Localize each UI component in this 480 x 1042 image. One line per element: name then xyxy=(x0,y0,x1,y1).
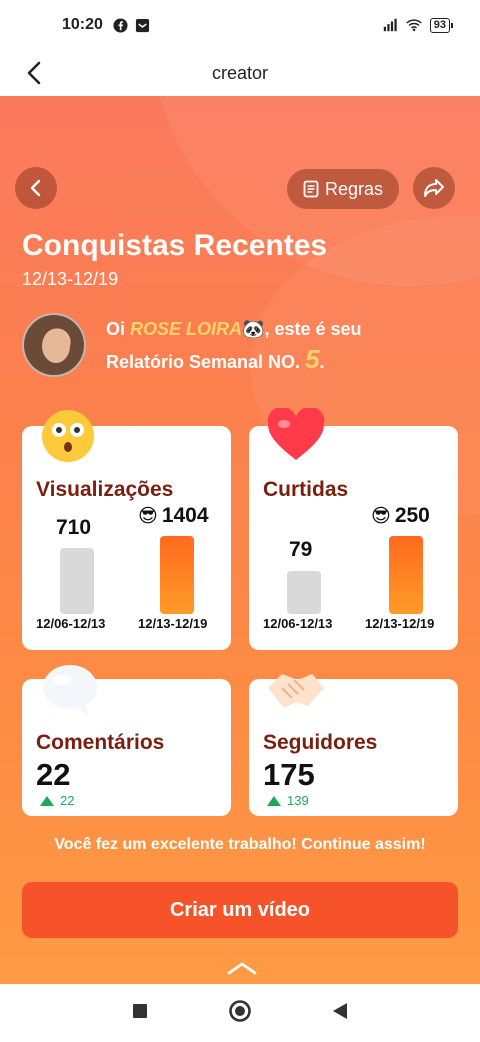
likes-curr-label: 12/13-12/19 xyxy=(365,616,435,631)
likes-prev-value: 79 xyxy=(289,538,313,561)
page-title: Conquistas Recentes xyxy=(22,229,328,262)
status-right: 93 xyxy=(382,17,454,33)
inbox-icon xyxy=(135,17,151,33)
views-curr-value: 1404 xyxy=(161,504,209,527)
sunglasses-emoji-icon: 😎 xyxy=(371,505,391,527)
report-label: Relatório Semanal NO. xyxy=(106,352,301,372)
up-arrow-icon xyxy=(40,795,54,806)
rules-doc-icon xyxy=(303,180,319,198)
share-button[interactable] xyxy=(413,167,455,209)
share-icon xyxy=(424,179,444,197)
greeting-suffix: , este é seu xyxy=(264,319,362,339)
encouragement-text: Você fez um excelente trabalho! Continue… xyxy=(54,836,426,853)
week-number: 5 xyxy=(305,344,320,374)
nav-triangle-icon xyxy=(333,1002,347,1019)
wifi-icon xyxy=(406,17,422,33)
nav-square-button[interactable] xyxy=(132,1003,148,1024)
report-label-end: . xyxy=(319,352,325,372)
hero-back-button[interactable] xyxy=(15,167,57,209)
facebook-icon xyxy=(113,17,129,33)
nav-home-button[interactable] xyxy=(228,999,252,1028)
signal-icon xyxy=(382,17,398,33)
rules-button[interactable]: Regras xyxy=(287,169,399,209)
nav-back-button[interactable] xyxy=(332,1002,348,1025)
avatar-face xyxy=(42,329,70,363)
views-curr-value-wrap: 😎 1404 xyxy=(138,504,209,528)
followers-delta: 139 xyxy=(267,793,309,808)
app-title: creator xyxy=(211,62,269,83)
likes-prev-label: 12/06-12/13 xyxy=(263,616,333,631)
up-arrow-icon xyxy=(267,795,281,806)
back-icon xyxy=(27,61,41,85)
likes-title: Curtidas xyxy=(263,478,349,501)
weekly-report-panel: Regras Conquistas Recentes 12/13-12/19 O… xyxy=(0,96,480,984)
views-prev-bar xyxy=(60,548,94,614)
likes-prev-bar xyxy=(287,571,321,614)
followers-title: Seguidores xyxy=(263,731,378,754)
date-range: 12/13-12/19 xyxy=(22,269,119,289)
user-name: ROSE LOIRA xyxy=(130,319,243,339)
panda-emoji-icon: 🐼 xyxy=(242,319,265,339)
followers-delta-value: 139 xyxy=(287,793,309,808)
up-chevron-icon xyxy=(227,962,257,975)
views-curr-label: 12/13-12/19 xyxy=(138,616,208,631)
handshake-icon xyxy=(264,666,328,717)
create-video-button[interactable]: Criar um vídeo xyxy=(22,882,458,938)
likes-curr-value-wrap: 😎 250 xyxy=(371,504,430,528)
heart-icon xyxy=(266,406,326,467)
greeting-text: Oi ROSE LOIRA🐼, este é seu Relatório Sem… xyxy=(106,314,362,377)
system-nav-bar xyxy=(0,984,480,1042)
avatar xyxy=(22,313,86,377)
followers-value: 175 xyxy=(263,757,315,792)
views-prev-label: 12/06-12/13 xyxy=(36,616,106,631)
status-time: 10:20 xyxy=(62,16,103,33)
rules-label: Regras xyxy=(324,178,384,199)
up-chevron-button[interactable] xyxy=(226,960,258,981)
comments-title: Comentários xyxy=(36,731,165,754)
comments-value: 22 xyxy=(36,757,71,792)
nav-square-icon xyxy=(133,1003,147,1018)
surprised-face-icon xyxy=(40,408,96,469)
speech-bubble-icon xyxy=(40,662,100,723)
battery-indicator: 93 xyxy=(429,17,454,33)
back-icon xyxy=(30,179,41,197)
app-bar: creator xyxy=(0,50,480,96)
comments-delta: 22 xyxy=(40,793,74,808)
views-prev-value: 710 xyxy=(56,516,92,539)
back-button[interactable] xyxy=(20,58,50,88)
views-title: Visualizações xyxy=(36,478,174,501)
comments-delta-value: 22 xyxy=(60,793,75,808)
nav-circle-icon xyxy=(229,999,251,1022)
views-curr-bar xyxy=(160,536,194,614)
likes-curr-value: 250 xyxy=(394,504,430,527)
likes-curr-bar xyxy=(389,536,423,614)
notification-icons xyxy=(113,17,151,33)
greeting-prefix: Oi xyxy=(106,319,131,339)
status-bar: 10:20 93 xyxy=(0,0,480,50)
sunglasses-emoji-icon: 😎 xyxy=(138,505,158,527)
